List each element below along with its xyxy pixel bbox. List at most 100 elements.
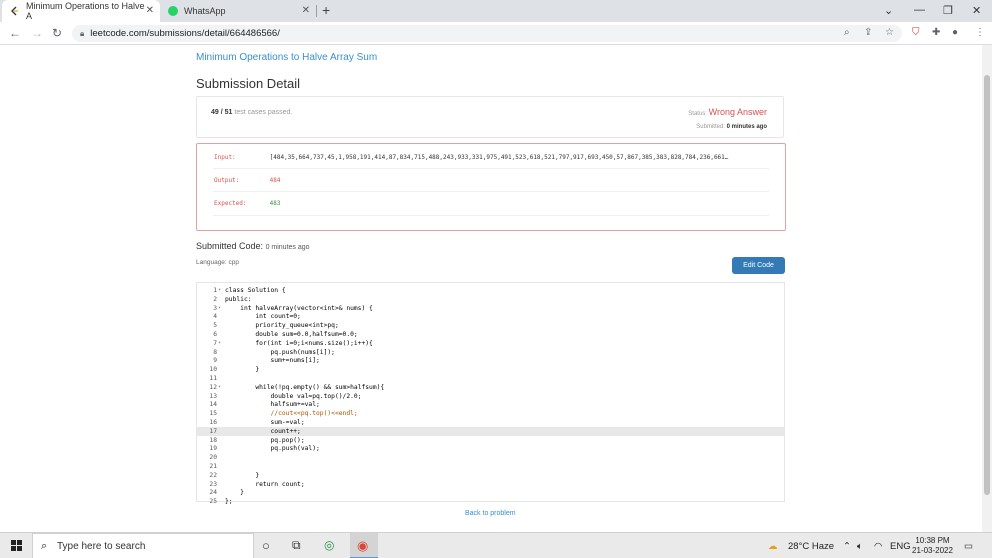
page-scrollbar[interactable] (982, 45, 992, 532)
weather-text[interactable]: 28°C Haze (788, 541, 834, 552)
chrome-taskbar-button[interactable]: ◉ (350, 533, 378, 558)
taskbar-search-input[interactable]: ⌕ Type here to search (32, 533, 254, 558)
edit-code-button[interactable]: Edit Code (732, 257, 785, 274)
line-number: 21 (209, 463, 217, 470)
code-text: return count; (225, 480, 305, 488)
code-line[interactable]: 25}; (197, 497, 784, 506)
divider (213, 168, 769, 169)
code-line[interactable]: 2 public: (197, 295, 784, 304)
page-title: Submission Detail (196, 76, 301, 91)
code-line[interactable]: 12 ▾ while(!pq.empty() && sum>halfsum){ (197, 383, 784, 392)
tray-chevron-icon[interactable]: ⌃ (843, 541, 851, 552)
code-line[interactable]: 10 } (197, 365, 784, 374)
test-cases-passed: 49 / 51 test cases passed. (211, 109, 292, 116)
code-line[interactable]: 6 double sum=0.0,halfsum=0.0; (197, 330, 784, 339)
code-line[interactable]: 18 pq.pop(); (197, 436, 784, 445)
tab-leetcode[interactable]: Minimum Operations to Halve A ✕ (2, 0, 160, 22)
code-line[interactable]: 13 double val=pq.top()/2.0; (197, 392, 784, 401)
code-line[interactable]: 24 } (197, 488, 784, 497)
windows-taskbar: ⌕ Type here to search ○ ⧉ ◎ ◉ ☁ 28°C Haz… (0, 532, 992, 558)
fold-arrow-icon[interactable]: ▾ (218, 383, 221, 392)
minimize-icon[interactable]: — (914, 4, 925, 16)
address-bar[interactable]: 🔒︎ leetcode.com/submissions/detail/66448… (72, 25, 902, 42)
wifi-icon[interactable]: ◠ (874, 541, 882, 552)
forward-arrow-icon[interactable]: → (31, 26, 43, 40)
line-number: 9 (213, 357, 217, 365)
line-number: 2 (213, 295, 217, 303)
clock-date: 21-03-2022 (912, 546, 953, 555)
input-row: Input: [484,35,664,737,45,1,958,191,414,… (214, 154, 728, 161)
line-number: 4 (213, 313, 217, 321)
line-number: 11 (209, 375, 217, 382)
back-arrow-icon[interactable]: ← (9, 26, 21, 40)
close-tab-icon[interactable]: ✕ (302, 5, 310, 16)
close-tab-icon[interactable]: ✕ (146, 5, 154, 16)
code-line[interactable]: 20 (197, 453, 784, 462)
notifications-icon[interactable]: ▭ (964, 541, 973, 552)
scrollbar-thumb[interactable] (984, 75, 990, 495)
code-line[interactable]: 8 pq.push(nums[i]); (197, 348, 784, 357)
problem-title-link[interactable]: Minimum Operations to Halve Array Sum (196, 52, 377, 63)
line-number: 24 (209, 489, 217, 497)
search-icon: ⌕ (41, 540, 48, 552)
fold-arrow-icon[interactable]: ▾ (218, 304, 221, 313)
submitted-line: Submitted: 0 minutes ago (696, 124, 767, 130)
extension-shield-icon[interactable]: ⛉ (912, 27, 920, 38)
task-view-icon[interactable]: ⧉ (292, 538, 301, 553)
submitted-time: 0 minutes ago (726, 124, 767, 130)
code-line[interactable]: 4 int count=0; (197, 312, 784, 321)
menu-kebab-icon[interactable]: ⋮ (975, 27, 985, 38)
code-editor[interactable]: 1 ▾ class Solution {2 public: 3 ▾ int halveAr… (196, 282, 785, 505)
line-number: 13 (209, 392, 217, 400)
edge-browser-icon[interactable]: ◎ (324, 538, 334, 552)
code-line[interactable]: 21 (197, 462, 784, 471)
code-line[interactable]: 15 //cout<<pq.top()<<endl; (197, 409, 784, 418)
code-line[interactable]: 17 count++; (197, 426, 784, 436)
submitted-code-label: Submitted Code: (196, 241, 264, 251)
input-label: Input: (214, 154, 236, 161)
code-text: pq.push(val); (225, 445, 320, 453)
weather-icon[interactable]: ☁ (768, 541, 778, 552)
system-clock[interactable]: 10:38 PM 21-03-2022 (912, 536, 953, 556)
code-line[interactable]: 16 sum-=val; (197, 418, 784, 427)
reload-icon[interactable]: ↻ (52, 26, 62, 40)
code-line[interactable]: 9 sum+=nums[i]; (197, 356, 784, 365)
output-row: Output: 484 (214, 177, 280, 184)
expected-row: Expected: 483 (214, 200, 280, 207)
code-line[interactable]: 14 halfsum+=val; (197, 400, 784, 409)
input-language[interactable]: ENG (890, 541, 911, 552)
volume-icon[interactable]: 🔈︎ (857, 541, 863, 552)
code-line[interactable]: 3 ▾ int halveArray(vector<int>& nums) { (197, 304, 784, 313)
tab-whatsapp[interactable]: WhatsApp ✕ (160, 0, 316, 22)
line-number: 15 (209, 410, 217, 418)
code-text: int count=0; (225, 313, 301, 321)
code-line[interactable]: 7 ▾ for(int i=0;i<nums.size();i++){ (197, 339, 784, 348)
language-label: Language: cpp (196, 259, 240, 266)
back-to-problem-link[interactable]: Back to problem (465, 510, 516, 517)
profile-avatar-icon[interactable]: ● (952, 27, 958, 38)
line-number: 5 (213, 322, 217, 330)
share-icon[interactable]: ⇪ (864, 27, 872, 38)
code-line[interactable]: 11 (197, 374, 784, 383)
close-window-icon[interactable]: ✕ (972, 4, 981, 17)
cortana-icon[interactable]: ○ (262, 538, 270, 553)
code-line[interactable]: 22 } (197, 471, 784, 480)
page-content: Minimum Operations to Halve Array Sum Su… (0, 45, 992, 532)
bookmark-star-icon[interactable]: ☆ (885, 27, 894, 38)
fold-arrow-icon[interactable]: ▾ (218, 286, 221, 295)
code-line[interactable]: 1 ▾ class Solution { (197, 286, 784, 295)
code-text: } (225, 489, 244, 497)
zoom-icon[interactable]: ⌕ (844, 27, 850, 38)
tab-search-chevron-icon[interactable]: ⌄ (884, 4, 893, 17)
passed-count: 49 / 51 (211, 109, 233, 116)
maximize-icon[interactable]: ❐ (943, 4, 953, 17)
code-text: sum-=val; (225, 419, 305, 426)
code-text: count++; (225, 427, 301, 435)
fold-arrow-icon[interactable]: ▾ (218, 339, 221, 348)
code-line[interactable]: 19 pq.push(val); (197, 444, 784, 453)
new-tab-icon[interactable]: + (322, 2, 330, 18)
code-line[interactable]: 23 return count; (197, 480, 784, 489)
code-line[interactable]: 5 priority_queue<int>pq; (197, 321, 784, 330)
extensions-puzzle-icon[interactable]: ✚ (932, 27, 940, 38)
windows-start-icon[interactable] (11, 540, 22, 551)
